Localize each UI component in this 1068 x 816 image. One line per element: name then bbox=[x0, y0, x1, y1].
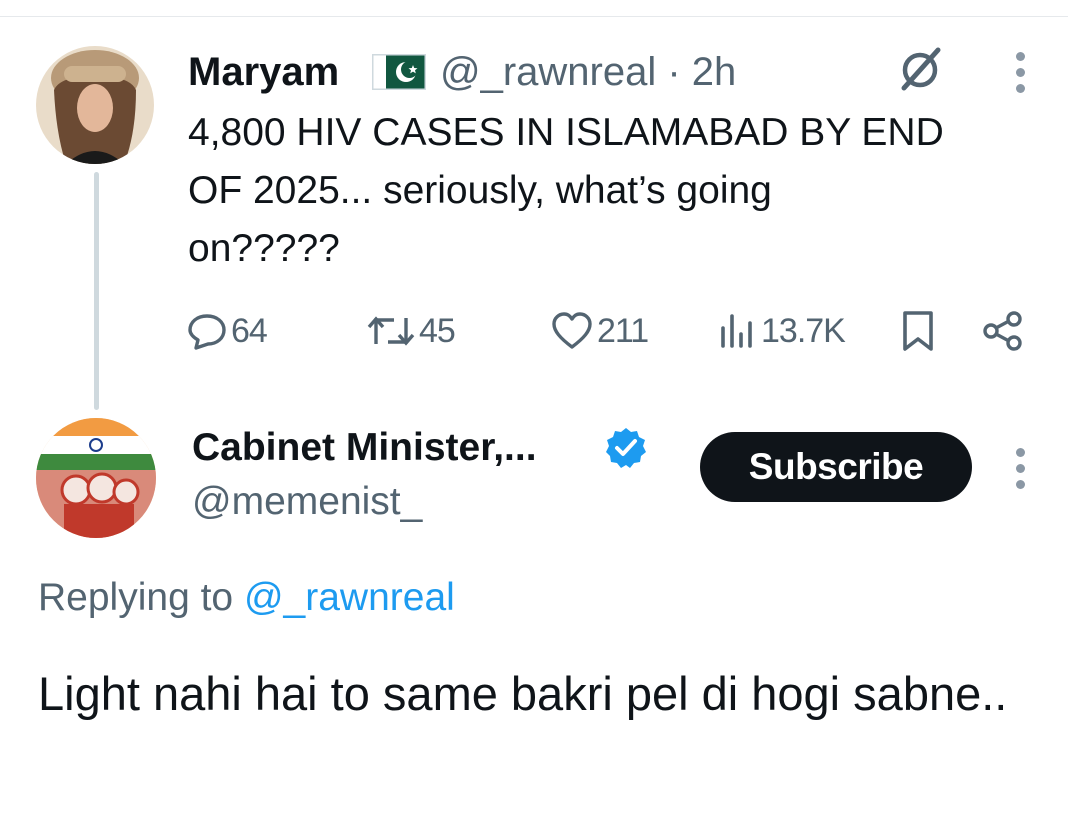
repost-button[interactable]: 45 bbox=[366, 306, 456, 356]
memenist-avatar[interactable] bbox=[36, 418, 156, 538]
views-button[interactable]: 13.7K bbox=[718, 306, 846, 356]
maryam-avatar[interactable] bbox=[36, 46, 154, 164]
reply-button[interactable]: 64 bbox=[186, 306, 268, 356]
more-options-icon[interactable] bbox=[1014, 52, 1026, 100]
reply-author-name[interactable]: Cabinet Minister,... bbox=[192, 424, 537, 472]
replying-to-line: Replying to @_rawnreal bbox=[38, 574, 455, 622]
replying-to-mention-link[interactable]: @_rawnreal bbox=[244, 576, 455, 619]
like-count: 211 bbox=[597, 311, 649, 350]
verified-badge-icon bbox=[604, 426, 648, 470]
reply-count: 64 bbox=[231, 311, 268, 350]
reply-post-text: Light nahi hai to same bakri pel di hogi… bbox=[38, 667, 1008, 720]
subscribe-button[interactable]: Subscribe bbox=[700, 432, 972, 502]
post-text-line: 4,800 HIV CASES IN ISLAMABAD BY END bbox=[188, 111, 944, 154]
post-text-line: on????? bbox=[188, 227, 340, 270]
heart-icon bbox=[552, 312, 592, 349]
replying-to-label: Replying to bbox=[38, 576, 234, 619]
handle-text[interactable]: @_rawnreal bbox=[440, 50, 656, 94]
thread-connector-line bbox=[94, 172, 99, 410]
bookmark-icon bbox=[903, 311, 933, 351]
original-author-handle[interactable]: @_rawnreal · 2h bbox=[440, 50, 736, 94]
repost-icon bbox=[367, 316, 415, 346]
share-button[interactable] bbox=[982, 306, 1024, 356]
view-count: 13.7K bbox=[761, 311, 846, 350]
repost-count: 45 bbox=[419, 311, 456, 350]
like-button[interactable]: 211 bbox=[550, 306, 649, 356]
views-icon bbox=[721, 314, 752, 348]
post-action-bar: 64 45 211 13.7K bbox=[186, 306, 1026, 356]
share-icon bbox=[983, 311, 1022, 351]
grok-icon[interactable] bbox=[896, 44, 946, 94]
reply-author-handle[interactable]: @memenist_ bbox=[192, 478, 422, 526]
more-options-icon[interactable] bbox=[1014, 448, 1026, 496]
post-text-line: OF 2025... seriously, what’s going bbox=[188, 169, 772, 212]
top-divider bbox=[0, 16, 1068, 17]
pakistan-flag-icon bbox=[372, 54, 426, 90]
original-post-text: 4,800 HIV CASES IN ISLAMABAD BY END OF 2… bbox=[188, 104, 1058, 278]
original-author-name[interactable]: Maryam bbox=[188, 50, 339, 94]
post-time[interactable]: · 2h bbox=[667, 50, 736, 94]
bookmark-button[interactable] bbox=[900, 306, 936, 356]
reply-icon bbox=[188, 314, 226, 350]
